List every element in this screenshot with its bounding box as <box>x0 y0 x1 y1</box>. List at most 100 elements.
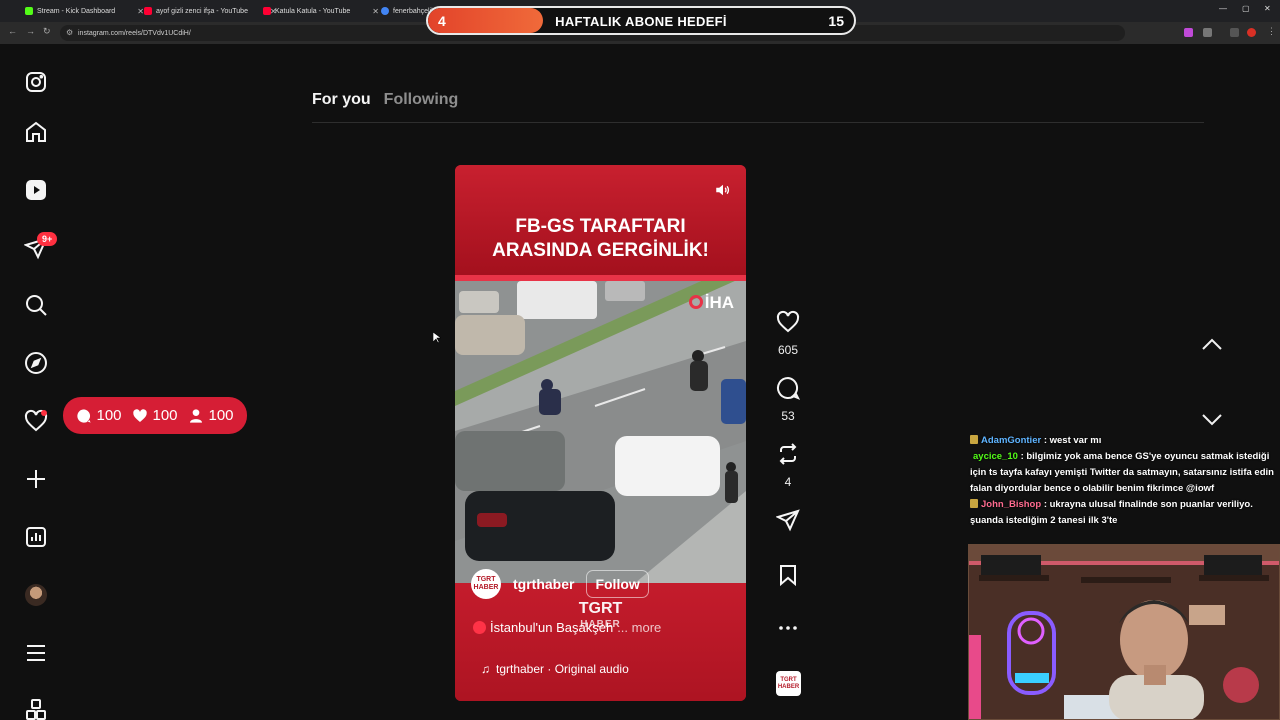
author-name[interactable]: tgrthaber <box>513 576 574 592</box>
heart-icon <box>133 408 148 422</box>
chat-message: John_Bishop : ukrayna ulusal finalinde s… <box>970 497 1276 529</box>
close-window-icon[interactable]: ✕ <box>1264 4 1271 13</box>
chevron-down-icon[interactable] <box>1200 407 1224 431</box>
iha-logo: İHA <box>688 293 734 313</box>
reels-icon[interactable] <box>22 176 50 204</box>
stream-chat: AdamGontier : west var mı aycice_10 : bi… <box>970 433 1276 529</box>
chat-username: AdamGontier <box>981 435 1042 446</box>
extension-icon[interactable] <box>1184 28 1193 37</box>
extension-icon[interactable] <box>1230 28 1239 37</box>
reel-author: TGRT HABER tgrthaber Follow <box>471 569 649 599</box>
back-icon[interactable]: ← <box>8 26 17 36</box>
browser-tab[interactable]: ayof gizli zenci ifşa - YouTube ✕ <box>144 2 277 20</box>
comment-count: 53 <box>781 409 795 423</box>
browser-tab-title: ayof gizli zenci ifşa - YouTube <box>156 7 248 15</box>
youtube-favicon-icon <box>263 7 271 15</box>
search-icon[interactable] <box>22 291 50 319</box>
record-icon[interactable] <box>1247 28 1256 37</box>
chat-username: John_Bishop <box>981 499 1042 510</box>
caption-text: İstanbul'un Başakşeh <box>490 620 614 635</box>
dashboard-icon[interactable] <box>22 523 50 551</box>
like-count: 100 <box>152 407 178 424</box>
speaker-icon[interactable] <box>714 181 732 199</box>
tab-following[interactable]: Following <box>384 91 459 109</box>
music-note-icon: ♫ <box>481 662 490 676</box>
extensions-puzzle-icon[interactable] <box>1203 28 1212 37</box>
close-tab-icon[interactable]: ✕ <box>137 7 144 16</box>
chat-message: AdamGontier : west var mı <box>970 433 1276 449</box>
site-info-icon[interactable]: ⚙ <box>66 28 73 37</box>
divider <box>312 122 1204 123</box>
youtube-favicon-icon <box>144 7 152 15</box>
author-avatar[interactable]: TGRT HABER <box>471 569 501 599</box>
reel-headline: FB-GS TARAFTARI ARASINDA GERGİNLİK! <box>492 216 709 261</box>
follow-button[interactable]: Follow <box>586 570 649 598</box>
notifications-icon[interactable] <box>22 407 50 435</box>
street-scene-image <box>455 281 746 583</box>
menu-icon[interactable] <box>22 639 50 667</box>
chat-username: aycice_10 <box>973 451 1018 462</box>
browser-tab-title: Stream - Kick Dashboard <box>37 7 116 15</box>
iha-logo-text: İHA <box>704 293 734 312</box>
mouse-cursor-icon <box>433 332 441 344</box>
caption-more-link[interactable]: ... more <box>617 620 661 635</box>
chevron-up-icon[interactable] <box>1200 333 1224 357</box>
home-icon[interactable] <box>22 118 50 146</box>
goal-label: HAFTALIK ABONE HEDEFİ <box>555 14 727 29</box>
create-icon[interactable] <box>22 465 50 493</box>
person-icon <box>190 408 203 423</box>
save-action[interactable] <box>772 563 804 592</box>
google-favicon-icon <box>381 7 389 15</box>
kick-favicon-icon <box>25 7 33 15</box>
like-count: 605 <box>777 343 799 357</box>
repost-action[interactable]: 4 <box>772 442 804 489</box>
chat-badge-icon <box>970 435 978 444</box>
comment-count: 100 <box>96 407 122 424</box>
profile-avatar[interactable] <box>25 584 47 606</box>
repost-count: 4 <box>784 475 792 489</box>
follower-count: 100 <box>208 407 234 424</box>
explore-icon[interactable] <box>22 349 50 377</box>
reel-audio[interactable]: ♫ tgrthaber · Original audio <box>481 662 629 676</box>
messages-badge: 9+ <box>37 232 58 246</box>
forward-icon[interactable]: → <box>26 26 35 36</box>
browser-tab-title: Katula Katula - YouTube <box>275 7 351 15</box>
chat-message: aycice_10 : bilgimiz yok ama bence GS'ye… <box>970 449 1276 497</box>
more-apps-icon[interactable] <box>22 696 50 720</box>
more-action[interactable] <box>772 616 804 645</box>
goal-target: 15 <box>828 13 844 29</box>
like-action[interactable]: 605 <box>772 310 804 357</box>
audio-thumbnail[interactable]: TGRT HABER <box>776 671 801 696</box>
close-tab-icon[interactable]: ✕ <box>372 7 379 16</box>
instagram-icon[interactable] <box>22 68 50 96</box>
browser-tab[interactable]: Stream - Kick Dashboard ✕ <box>25 2 144 20</box>
tab-for-you[interactable]: For you <box>312 91 371 109</box>
repost-icon[interactable] <box>776 442 800 466</box>
comment-action[interactable]: 53 <box>772 376 804 423</box>
heart-icon[interactable] <box>776 310 800 334</box>
reel-video[interactable]: FB-GS TARAFTARI ARASINDA GERGİNLİK! İHA … <box>455 165 746 701</box>
stream-stats-overlay: 100 100 100 <box>63 397 247 434</box>
caption-dot-icon <box>473 621 486 634</box>
more-options-icon[interactable] <box>776 616 800 640</box>
audio-label: tgrthaber · Original audio <box>496 662 629 676</box>
reload-icon[interactable]: ↻ <box>43 26 51 37</box>
author-avatar-text: TGRT HABER <box>473 576 499 591</box>
subscriber-goal-bar: 4 HAFTALIK ABONE HEDEFİ 15 <box>426 6 856 35</box>
browser-tab[interactable]: Katula Katula - YouTube ✕ <box>263 2 379 20</box>
comment-bubble-icon <box>77 408 92 423</box>
maximize-icon[interactable]: ▢ <box>1242 4 1250 13</box>
bookmark-icon[interactable] <box>776 563 800 587</box>
comment-icon[interactable] <box>776 376 801 400</box>
feed-tabs: For you Following <box>312 91 458 109</box>
browser-menu-icon[interactable]: ⋮ <box>1267 26 1276 37</box>
reel-caption: İstanbul'un Başakşeh ... more <box>473 620 661 635</box>
iha-logo-mark-icon <box>688 295 703 309</box>
like-stat: 100 <box>132 407 178 424</box>
webcam-feed <box>968 544 1280 720</box>
share-icon[interactable] <box>775 508 800 532</box>
chat-text: : west var mı <box>1043 435 1102 446</box>
minimize-icon[interactable]: — <box>1219 4 1227 13</box>
share-action[interactable] <box>772 508 804 537</box>
address-bar-url: instagram.com/reels/DTVdv1UCdiH/ <box>78 29 191 37</box>
